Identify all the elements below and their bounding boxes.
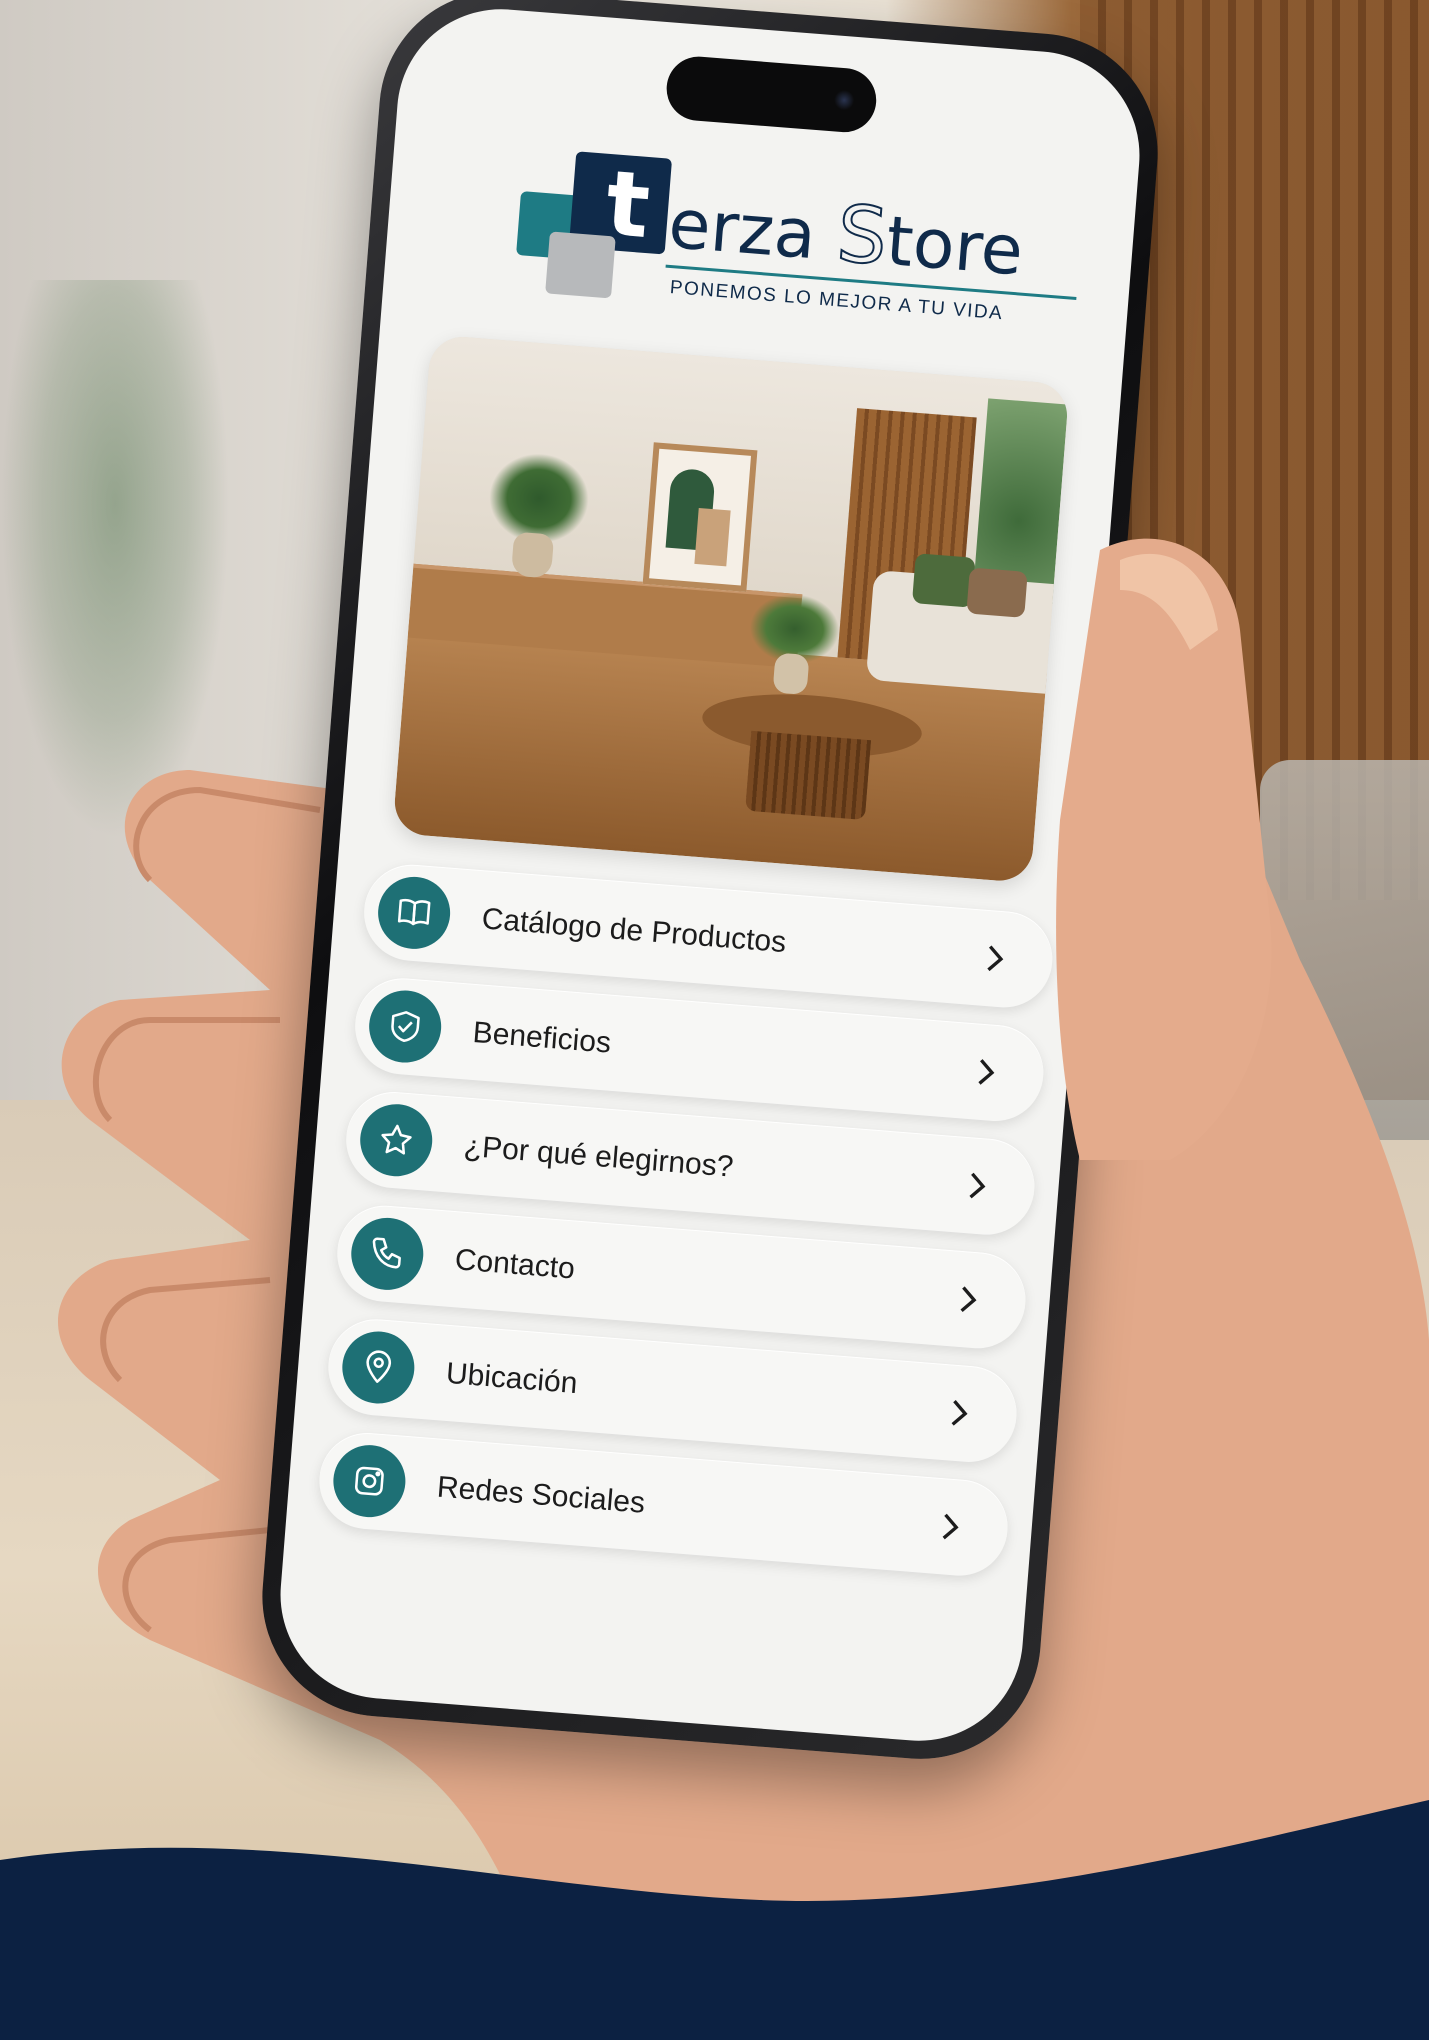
dynamic-island — [664, 54, 879, 135]
phone-icon — [348, 1215, 426, 1293]
menu-item-label: Contacto — [453, 1243, 577, 1286]
thumb — [1056, 538, 1272, 1160]
location-pin-icon — [339, 1328, 418, 1407]
logo-letter: t — [602, 150, 654, 260]
instagram-icon — [330, 1442, 409, 1520]
front-camera-icon — [833, 89, 855, 111]
shield-check-icon — [366, 987, 444, 1066]
navy-wave-footer — [0, 1780, 1429, 2040]
hero-pillow — [911, 553, 976, 608]
menu-item-label: Catálogo de Productos — [480, 902, 788, 960]
book-icon — [375, 874, 453, 952]
menu-item-label: ¿Por qué elegirnos? — [462, 1129, 735, 1184]
chevron-right-icon — [942, 1513, 959, 1540]
logo-name-part: erza — [665, 184, 841, 277]
menu-item-label: Redes Sociales — [435, 1470, 647, 1520]
hero-pillow — [966, 567, 1028, 618]
brand-logo: t erza Store PONEMOS LO MEJOR A TU VIDA — [446, 126, 1098, 356]
logo-name-end: tore — [883, 202, 1026, 292]
phone: t erza Store PONEMOS LO MEJOR A TU VIDA — [253, 0, 1167, 1768]
hero-artwork — [642, 442, 758, 592]
chevron-right-icon — [951, 1400, 968, 1426]
menu-item-label: Ubicación — [444, 1356, 579, 1401]
menu-item-label: Beneficios — [471, 1015, 613, 1060]
main-menu: Catálogo de Productos Beneficios ¿Por qu… — [314, 861, 1056, 1597]
logo-wordmark: erza Store — [666, 181, 1026, 293]
chevron-right-icon — [978, 1059, 995, 1085]
hero-table-base — [745, 730, 872, 820]
phone-screen: t erza Store PONEMOS LO MEJOR A TU VIDA — [272, 1, 1148, 1749]
logo-name-s: S — [833, 188, 891, 284]
chevron-right-icon — [969, 1172, 986, 1199]
hero-table-vase — [772, 652, 810, 696]
star-icon — [357, 1101, 435, 1179]
hero-image-living-room — [392, 334, 1070, 884]
chevron-right-icon — [960, 1286, 977, 1313]
chevron-right-icon — [987, 945, 1004, 972]
